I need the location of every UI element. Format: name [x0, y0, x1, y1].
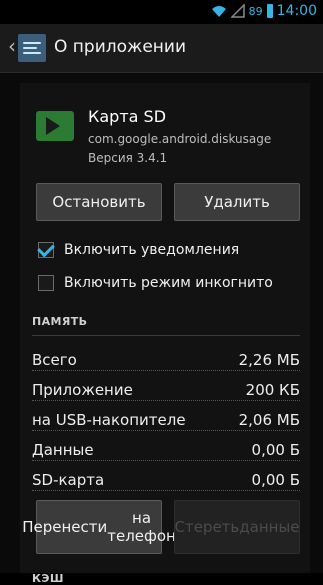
app-package: com.google.android.diskusage [88, 132, 272, 146]
clock: 14:00 [276, 3, 317, 19]
checkbox-checked-icon[interactable] [38, 242, 54, 258]
memory-section-title: ПАМЯТЬ [32, 315, 88, 328]
clear-line-1: Стереть [174, 518, 240, 536]
page-title: О приложении [54, 37, 186, 57]
memory-row-total: Всего 2,26 МБ [32, 345, 300, 375]
back-chevron-icon[interactable]: ‹ [8, 36, 16, 56]
battery-percent: 89 [248, 4, 263, 18]
app-name: Карта SD [88, 107, 167, 126]
battery-icon [266, 4, 273, 18]
memory-value: 200 КБ [245, 381, 300, 399]
app-info-content: Карта SD com.google.android.diskusage Ве… [0, 73, 323, 585]
memory-label: Всего [32, 351, 77, 369]
move-line-1: Перенести [22, 518, 108, 536]
status-bar: 89 14:00 [0, 0, 323, 24]
app-info-panel: Карта SD com.google.android.diskusage Ве… [20, 83, 310, 585]
delete-button[interactable]: Удалить [174, 183, 300, 221]
app-version: Версия 3.4.1 [88, 151, 168, 165]
memory-label: на USB-накопителе [32, 411, 186, 429]
notifications-label: Включить уведомления [64, 242, 240, 258]
move-to-phone-button[interactable]: Перенести на телефон [22, 500, 176, 554]
app-icon [36, 111, 74, 141]
memory-row-usb: на USB-накопителе 2,06 МБ [32, 405, 300, 435]
app-header: Карта SD com.google.android.diskusage Ве… [20, 83, 310, 165]
clear-data-button[interactable]: Стереть данные [174, 500, 300, 554]
memory-value: 0,00 Б [251, 441, 300, 459]
section-divider [32, 335, 300, 336]
status-icons: 89 14:00 [211, 3, 317, 19]
memory-value: 2,26 МБ [238, 351, 300, 369]
wifi-icon [211, 6, 226, 17]
cache-section-title: КЭШ [32, 572, 64, 585]
memory-row-data: Данные 0,00 Б [32, 435, 300, 465]
memory-value: 0,00 Б [251, 471, 300, 489]
settings-app-icon[interactable] [18, 34, 46, 62]
incognito-checkbox-row[interactable]: Включить режим инкогнито [38, 269, 273, 297]
memory-label: Приложение [32, 381, 133, 399]
memory-row-sdcard: SD-карта 0,00 Б [32, 465, 300, 495]
memory-row-app: Приложение 200 КБ [32, 375, 300, 405]
notifications-checkbox-row[interactable]: Включить уведомления [38, 236, 239, 264]
action-bar: ‹ О приложении [0, 24, 323, 73]
clear-line-2: данные [239, 518, 300, 536]
incognito-label: Включить режим инкогнито [64, 275, 273, 291]
signal-icon [230, 4, 245, 18]
memory-label: Данные [32, 441, 94, 459]
memory-value: 2,06 МБ [238, 411, 300, 429]
move-line-2: на телефон [107, 509, 176, 545]
stop-button[interactable]: Остановить [36, 183, 162, 221]
memory-label: SD-карта [32, 471, 105, 489]
checkbox-unchecked-icon[interactable] [38, 275, 54, 291]
